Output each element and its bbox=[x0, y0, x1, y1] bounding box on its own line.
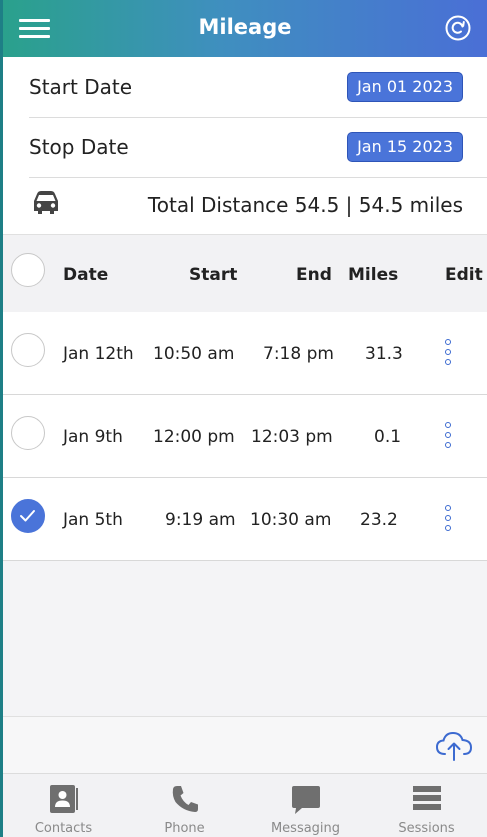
column-header-start: Start bbox=[189, 265, 238, 285]
row-select-radio[interactable] bbox=[11, 333, 45, 367]
row-miles: 31.3 bbox=[365, 344, 403, 364]
stop-date-picker[interactable]: Jan 15 2023 bbox=[347, 132, 463, 162]
app-header: Mileage bbox=[3, 0, 487, 57]
row-date: Jan 9th bbox=[63, 427, 123, 447]
row-end-time: 12:03 pm bbox=[251, 427, 333, 447]
sessions-icon bbox=[412, 786, 441, 810]
row-date: Jan 12th bbox=[63, 344, 134, 364]
car-icon bbox=[34, 191, 58, 214]
table-row[interactable]: Jan 5th 9:19 am 10:30 am 23.2 bbox=[3, 478, 487, 561]
phone-icon bbox=[172, 786, 198, 812]
table-row[interactable]: Jan 9th 12:00 pm 12:03 pm 0.1 bbox=[3, 395, 487, 478]
row-start-time: 12:00 pm bbox=[153, 427, 235, 447]
table-header: Date Start End Miles Edit bbox=[3, 234, 487, 312]
row-select-radio[interactable] bbox=[11, 416, 45, 450]
page-title: Mileage bbox=[198, 15, 292, 39]
more-options-icon[interactable] bbox=[441, 505, 455, 533]
nav-item-messaging[interactable]: Messaging bbox=[245, 774, 366, 837]
divider bbox=[29, 117, 487, 118]
row-miles: 23.2 bbox=[360, 510, 398, 530]
checkmark-icon bbox=[20, 510, 35, 522]
row-miles: 0.1 bbox=[374, 427, 402, 447]
cloud-upload-icon[interactable] bbox=[435, 730, 473, 762]
table-row[interactable]: Jan 12th 10:50 am 7:18 pm 31.3 bbox=[3, 312, 487, 395]
select-all-radio[interactable] bbox=[11, 253, 45, 287]
row-start-time: 9:19 am bbox=[165, 510, 236, 530]
nav-item-contacts[interactable]: Contacts bbox=[3, 774, 124, 837]
upload-bar bbox=[3, 716, 487, 773]
nav-label-contacts: Contacts bbox=[34, 821, 93, 836]
stop-date-label: Stop Date bbox=[29, 135, 129, 159]
row-select-radio-checked[interactable] bbox=[11, 499, 45, 533]
nav-label-messaging: Messaging bbox=[270, 821, 341, 836]
messaging-icon bbox=[291, 786, 320, 814]
date-range-panel: Start Date Jan 01 2023 Stop Date Jan 15 … bbox=[3, 57, 487, 234]
nav-item-sessions[interactable]: Sessions bbox=[366, 774, 487, 837]
row-end-time: 7:18 pm bbox=[263, 344, 334, 364]
nav-item-phone[interactable]: Phone bbox=[124, 774, 245, 837]
more-options-icon[interactable] bbox=[441, 422, 455, 450]
column-header-miles: Miles bbox=[348, 265, 399, 285]
more-options-icon[interactable] bbox=[441, 339, 455, 367]
bottom-navigation: Contacts Phone Messaging Sessions bbox=[3, 773, 487, 837]
refresh-icon[interactable] bbox=[445, 15, 471, 41]
row-end-time: 10:30 am bbox=[250, 510, 332, 530]
start-date-picker[interactable]: Jan 01 2023 bbox=[347, 72, 463, 102]
row-date: Jan 5th bbox=[63, 510, 123, 530]
nav-label-sessions: Sessions bbox=[398, 821, 455, 836]
row-start-time: 10:50 am bbox=[153, 344, 235, 364]
column-header-end: End bbox=[296, 265, 332, 285]
column-header-edit: Edit bbox=[445, 265, 483, 285]
total-distance: Total Distance 54.5 | 54.5 miles bbox=[147, 193, 463, 217]
divider bbox=[29, 177, 487, 178]
start-date-label: Start Date bbox=[29, 75, 133, 99]
mileage-screen: Mileage Start Date Jan 01 2023 Stop Date… bbox=[0, 0, 487, 837]
nav-label-phone: Phone bbox=[164, 821, 205, 836]
contacts-icon bbox=[49, 785, 78, 813]
column-header-date: Date bbox=[63, 265, 109, 285]
